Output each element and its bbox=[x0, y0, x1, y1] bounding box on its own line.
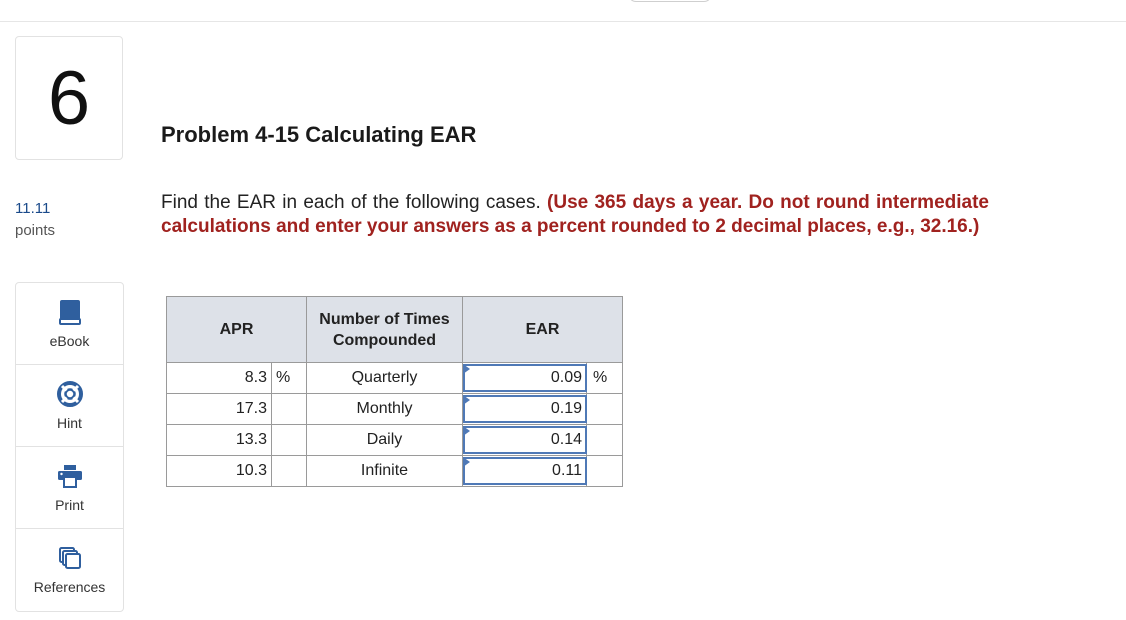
table-row: 8.3 % Quarterly 0.09 % bbox=[166, 362, 623, 394]
table-header-row: APR Number of Times Compounded EAR bbox=[166, 296, 623, 363]
ear-unit bbox=[586, 393, 623, 425]
references-button[interactable]: References bbox=[16, 529, 123, 611]
apr-unit bbox=[271, 424, 307, 456]
ear-input[interactable]: 0.11 bbox=[463, 457, 587, 485]
table-row: 13.3 Daily 0.14 bbox=[166, 424, 623, 456]
ear-input[interactable]: 0.09 bbox=[463, 364, 587, 392]
compounding-frequency: Quarterly bbox=[306, 362, 463, 394]
header-ear: EAR bbox=[462, 296, 623, 363]
problem-title: Problem 4-15 Calculating EAR bbox=[161, 122, 477, 147]
lifebuoy-icon bbox=[56, 380, 83, 407]
apr-value: 8.3 bbox=[166, 362, 272, 394]
printer-icon bbox=[57, 463, 83, 489]
tools-panel: eBook Hint Print References bbox=[15, 282, 124, 612]
apr-unit: % bbox=[271, 362, 307, 394]
print-label: Print bbox=[55, 496, 84, 513]
points-value: 11.11 bbox=[15, 200, 51, 217]
problem-instructions: Find the EAR in each of the following ca… bbox=[161, 191, 989, 239]
ear-cell: 0.11 bbox=[462, 455, 587, 487]
copy-icon bbox=[57, 545, 83, 571]
instruction-text: Find the EAR in each of the following ca… bbox=[161, 192, 541, 213]
ear-input[interactable]: 0.19 bbox=[463, 395, 587, 423]
ear-input[interactable]: 0.14 bbox=[463, 426, 587, 454]
book-icon bbox=[57, 299, 83, 325]
ear-table: APR Number of Times Compounded EAR 8.3 %… bbox=[166, 296, 623, 487]
apr-value: 13.3 bbox=[166, 424, 272, 456]
compounding-frequency: Daily bbox=[306, 424, 463, 456]
print-button[interactable]: Print bbox=[16, 447, 123, 529]
ear-cell: 0.09 bbox=[462, 362, 587, 394]
ear-cell: 0.14 bbox=[462, 424, 587, 456]
points-label: points bbox=[15, 222, 56, 239]
ear-unit bbox=[586, 455, 623, 487]
apr-unit bbox=[271, 393, 307, 425]
ebook-label: eBook bbox=[49, 332, 90, 349]
ear-cell: 0.19 bbox=[462, 393, 587, 425]
apr-value: 10.3 bbox=[166, 455, 272, 487]
apr-unit bbox=[271, 455, 307, 487]
apr-value: 17.3 bbox=[166, 393, 272, 425]
top-bar bbox=[0, 0, 1126, 22]
header-apr: APR bbox=[166, 296, 307, 363]
table-row: 17.3 Monthly 0.19 bbox=[166, 393, 623, 425]
ebook-button[interactable]: eBook bbox=[16, 283, 123, 365]
compounding-frequency: Monthly bbox=[306, 393, 463, 425]
question-number: 6 bbox=[15, 36, 123, 160]
header-compounded: Number of Times Compounded bbox=[306, 296, 463, 363]
hint-button[interactable]: Hint bbox=[16, 365, 123, 447]
top-tab-stub[interactable] bbox=[628, 0, 712, 2]
ear-unit bbox=[586, 424, 623, 456]
ear-unit: % bbox=[586, 362, 623, 394]
table-row: 10.3 Infinite 0.11 bbox=[166, 455, 623, 487]
compounding-frequency: Infinite bbox=[306, 455, 463, 487]
references-label: References bbox=[33, 579, 106, 595]
hint-label: Hint bbox=[57, 414, 82, 431]
